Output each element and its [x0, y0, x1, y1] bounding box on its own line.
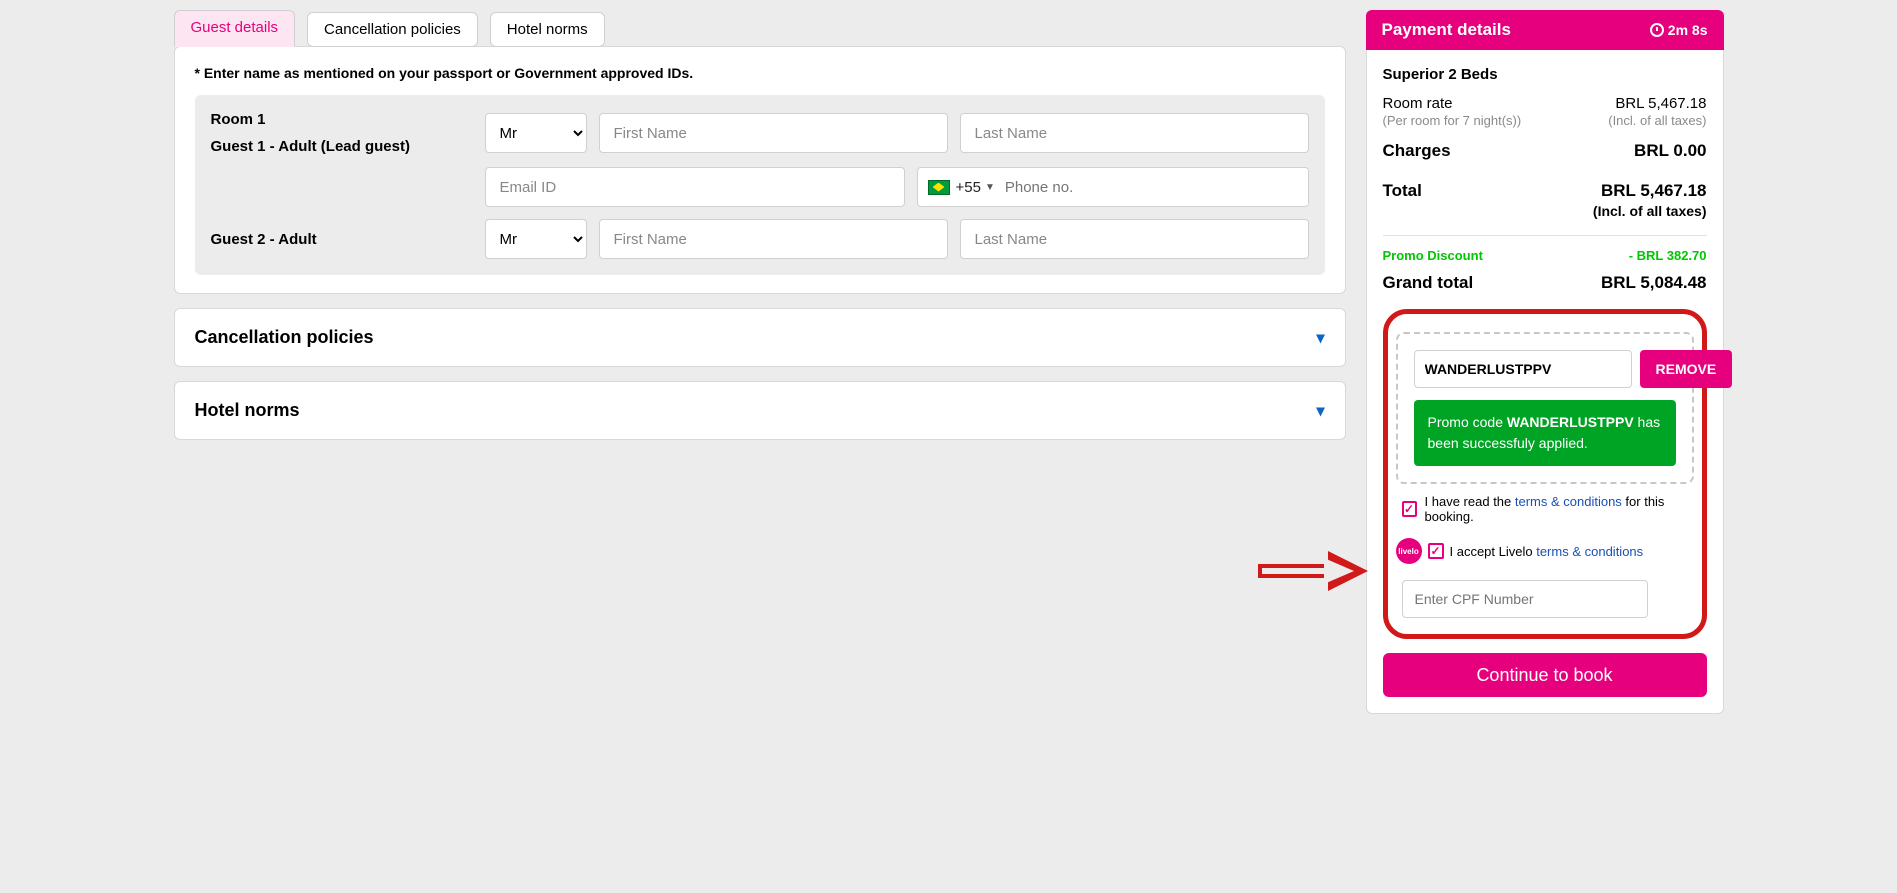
guest1-phone-wrap: +55 ▼ [917, 167, 1309, 207]
passport-note: * Enter name as mentioned on your passpo… [195, 65, 1325, 81]
country-code[interactable]: +55 [956, 179, 981, 196]
highlight-box: REMOVE Promo code WANDERLUSTPPV has been… [1383, 309, 1707, 639]
incl-taxes-1: (Incl. of all taxes) [1608, 113, 1706, 128]
chevron-down-icon: ▾ [1316, 401, 1324, 421]
payment-title: Payment details [1382, 20, 1511, 40]
room-rate-label: Room rate [1383, 95, 1453, 112]
total-label: Total [1383, 181, 1422, 221]
accordion-hotel-norms[interactable]: Hotel norms ▾ [174, 381, 1346, 440]
guest2-title-select[interactable]: Mr [485, 219, 587, 259]
guest1-last-name[interactable] [960, 113, 1309, 153]
grand-total-label: Grand total [1383, 273, 1474, 293]
guest-2-label: Guest 2 - Adult [211, 231, 473, 248]
accordion-cancellation-label: Cancellation policies [195, 327, 374, 348]
guest1-title-select[interactable]: Mr [485, 113, 587, 153]
charges-label: Charges [1383, 141, 1451, 161]
livelo-checkbox[interactable]: ✓ [1428, 543, 1444, 559]
livelo-terms-link[interactable]: terms & conditions [1536, 544, 1643, 559]
payment-body: Superior 2 Beds Room rate (Per room for … [1366, 50, 1724, 714]
livelo-icon: livelo [1396, 538, 1422, 564]
charges-value: BRL 0.00 [1634, 141, 1706, 161]
chevron-down-icon: ▾ [1316, 328, 1324, 348]
tab-cancellation[interactable]: Cancellation policies [307, 12, 478, 47]
room-1-label: Room 1 [211, 111, 473, 128]
total-value: BRL 5,467.18 [1601, 181, 1707, 200]
tabs: Guest details Cancellation policies Hote… [174, 10, 1346, 47]
grand-total-value: BRL 5,084.48 [1601, 273, 1707, 293]
guest2-last-name[interactable] [960, 219, 1309, 259]
payment-timer: 2m 8s [1650, 22, 1708, 38]
flag-brazil-icon[interactable] [928, 180, 950, 195]
promo-success-message: Promo code WANDERLUSTPPV has been succes… [1414, 400, 1676, 466]
remove-promo-button[interactable]: REMOVE [1640, 350, 1733, 388]
caret-down-icon[interactable]: ▼ [985, 182, 995, 193]
room-type: Superior 2 Beds [1383, 60, 1707, 89]
guest1-first-name[interactable] [599, 113, 948, 153]
promo-discount-label: Promo Discount [1383, 248, 1483, 263]
promo-discount-value: - BRL 382.70 [1629, 248, 1707, 263]
terms-checkbox[interactable]: ✓ [1402, 501, 1417, 517]
accordion-norms-label: Hotel norms [195, 400, 300, 421]
tab-hotel-norms[interactable]: Hotel norms [490, 12, 605, 47]
guest2-first-name[interactable] [599, 219, 948, 259]
guest-block: Room 1 Guest 1 - Adult (Lead guest) Mr +… [195, 95, 1325, 275]
incl-taxes-2: (Incl. of all taxes) [1593, 203, 1707, 219]
tab-guest-details[interactable]: Guest details [174, 10, 296, 47]
accordion-cancellation[interactable]: Cancellation policies ▾ [174, 308, 1346, 367]
guest-1-label: Guest 1 - Adult (Lead guest) [211, 138, 473, 155]
guest-details-panel: * Enter name as mentioned on your passpo… [174, 46, 1346, 294]
cpf-input[interactable] [1402, 580, 1648, 618]
clock-icon [1650, 23, 1664, 37]
guest1-email[interactable] [485, 167, 905, 207]
room-rate-sub: (Per room for 7 night(s)) [1383, 113, 1522, 128]
promo-code-input[interactable] [1414, 350, 1632, 388]
promo-box: REMOVE Promo code WANDERLUSTPPV has been… [1396, 332, 1694, 484]
continue-button[interactable]: Continue to book [1383, 653, 1707, 697]
guest1-phone[interactable] [995, 169, 1308, 205]
terms-link[interactable]: terms & conditions [1515, 494, 1622, 509]
room-rate-value: BRL 5,467.18 [1615, 95, 1706, 112]
payment-header: Payment details 2m 8s [1366, 10, 1724, 50]
arrow-annotation-icon [1258, 546, 1368, 596]
